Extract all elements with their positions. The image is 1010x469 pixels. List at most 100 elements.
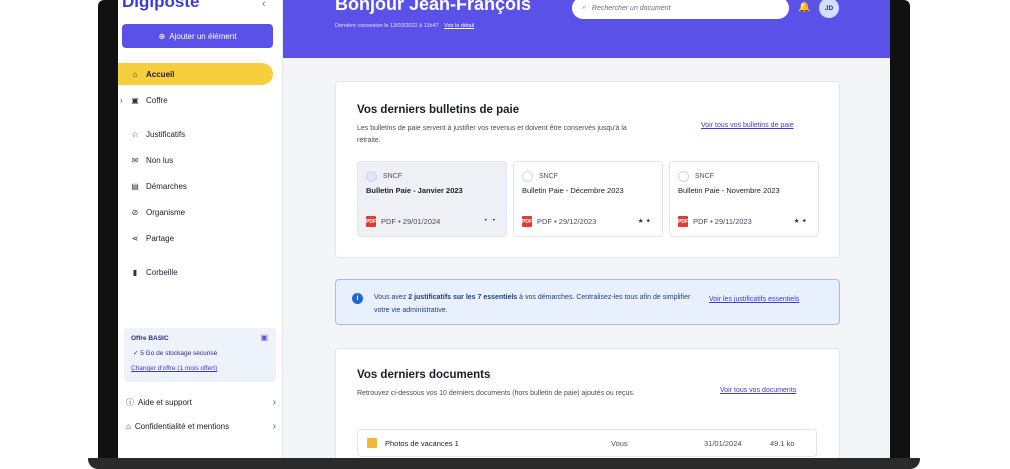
- payslip-card[interactable]: SNCF Bulletin Paie - Janvier 2023 PDF PD…: [357, 161, 507, 237]
- payslip-meta-text: PDF • 29/12/2023: [537, 217, 597, 226]
- sidebar-item-justificatifs[interactable]: ☆ Justificatifs: [118, 123, 273, 145]
- app-screen: Digiposte ‹ ⊕ Ajouter un élément ⌂ Accue…: [118, 0, 890, 458]
- document-owner: Vous: [611, 438, 628, 448]
- table-row[interactable]: Photos de vacances 1 Vous 31/01/2024 49.…: [357, 429, 817, 457]
- sidebar-item-label: Organisme: [146, 207, 186, 217]
- sidebar-item-coffre[interactable]: › ▣ Coffre: [118, 89, 273, 111]
- sidebar-item-partage[interactable]: ⋖ Partage: [118, 227, 273, 249]
- chevron-right-icon: ›: [272, 397, 276, 408]
- company-logo-icon: [522, 171, 533, 182]
- payslip-actions-icon[interactable]: ★✦: [638, 217, 653, 225]
- offer-title: Offre BASIC: [131, 335, 169, 342]
- sidebar-item-non-lus[interactable]: ✉ Non lus: [118, 149, 273, 171]
- info-banner: i Vous avez 2 justificatifs sur les 7 es…: [335, 279, 840, 325]
- sidebar-item-label: Accueil: [146, 69, 175, 79]
- document-date: 31/01/2024: [704, 438, 742, 448]
- info-icon: i: [352, 293, 363, 304]
- info-banner-text: Vous avez 2 justificatifs sur les 7 esse…: [374, 291, 694, 317]
- payslip-title: Bulletin Paie - Décembre 2023: [522, 186, 624, 195]
- sidebar: Digiposte ‹ ⊕ Ajouter un élément ⌂ Accue…: [118, 0, 283, 458]
- mail-icon: ✉: [131, 155, 139, 165]
- last-login-text: Dernière connexion le 13/03/2022 à 11h47: [335, 23, 439, 29]
- payslip-actions-icon[interactable]: • •: [485, 217, 497, 224]
- document-icon: ▤: [131, 181, 139, 191]
- sidebar-item-label: Partage: [146, 233, 175, 243]
- banner-text-bold: 2 justificatifs sur les 7 essentiels: [408, 294, 518, 301]
- document-name: Photos de vacances 1: [385, 438, 459, 448]
- banner-text-prefix: Vous avez: [374, 294, 409, 301]
- payslips-card: Vos derniers bulletins de paie Les bulle…: [335, 81, 840, 258]
- help-support-label: Aide et support: [138, 398, 192, 407]
- change-offer-link[interactable]: Changer d'offre (1 mois offert): [131, 365, 217, 372]
- vault-icon: ▣: [131, 95, 139, 105]
- all-documents-link[interactable]: Voir tous vos documents: [720, 387, 796, 394]
- laptop-base: [88, 458, 920, 469]
- documents-title: Vos derniers documents: [357, 369, 491, 381]
- payslip-meta: PDF PDF • 29/12/2023: [522, 216, 596, 227]
- documents-card: Vos derniers documents Retrouvez ci-dess…: [335, 348, 840, 458]
- company-name: SNCF: [539, 173, 559, 180]
- search-input[interactable]: ⌕ Rechercher un document: [572, 0, 789, 19]
- document-size: 49.1 ko: [770, 438, 795, 448]
- chevron-right-icon[interactable]: ›: [120, 96, 123, 105]
- add-item-label: Ajouter un élément: [169, 31, 237, 41]
- offer-storage-text: 5 Go de stockage sécurisé: [140, 350, 218, 357]
- help-support-item[interactable]: ⓘ Aide et support ›: [126, 397, 276, 408]
- sidebar-item-label: Non lus: [146, 155, 174, 165]
- payslip-title: Bulletin Paie - Novembre 2023: [678, 186, 780, 195]
- share-icon: ⋖: [131, 233, 139, 243]
- pdf-icon: PDF: [678, 216, 688, 227]
- home-icon: ⌂: [132, 69, 138, 79]
- sidebar-item-corbeille[interactable]: ▮ Corbeille: [118, 261, 273, 283]
- help-icon: ⓘ: [126, 398, 134, 407]
- company-logo-icon: [366, 171, 377, 182]
- all-payslips-link[interactable]: Voir tous vos bulletins de paie: [701, 122, 794, 129]
- payslip-company: SNCF: [678, 171, 714, 182]
- top-header: Bonjour Jean-François Dernière connexion…: [283, 0, 890, 58]
- sidebar-item-accueil[interactable]: ⌂ Accueil: [118, 63, 273, 85]
- last-login-detail-link[interactable]: Voir le détail: [444, 23, 474, 29]
- essential-docs-link[interactable]: Voir les justificatifs essentiels: [709, 296, 799, 303]
- last-login: Dernière connexion le 13/03/2022 à 11h47…: [335, 23, 474, 29]
- avatar[interactable]: JD: [819, 0, 839, 18]
- sidebar-item-label: Démarches: [146, 181, 187, 191]
- payslip-meta: PDF PDF • 29/01/2024: [366, 216, 440, 227]
- company-name: SNCF: [383, 173, 403, 180]
- payslips-title: Vos derniers bulletins de paie: [357, 104, 520, 116]
- privacy-icon: ⌂: [126, 422, 131, 431]
- payslip-meta-text: PDF • 29/11/2023: [693, 217, 752, 226]
- collapse-sidebar-icon[interactable]: ‹: [262, 0, 266, 10]
- image-file-icon: [367, 438, 377, 448]
- greeting-title: Bonjour Jean-François: [335, 0, 532, 14]
- bell-icon[interactable]: 🔔: [798, 2, 810, 13]
- company-name: SNCF: [695, 173, 715, 180]
- payslip-card[interactable]: SNCF Bulletin Paie - Novembre 2023 PDF P…: [669, 161, 819, 237]
- sidebar-item-label: Justificatifs: [146, 129, 186, 139]
- sidebar-item-demarches[interactable]: ▤ Démarches: [118, 175, 273, 197]
- company-logo-icon: [678, 171, 689, 182]
- sidebar-item-label: Corbeille: [146, 267, 178, 277]
- privacy-item[interactable]: ⌂ Confidentialité et mentions ›: [126, 421, 276, 432]
- search-placeholder: Rechercher un document: [591, 4, 671, 12]
- payslip-company: SNCF: [522, 171, 558, 182]
- payslip-title: Bulletin Paie - Janvier 2023: [366, 186, 463, 195]
- star-icon: ☆: [131, 129, 139, 139]
- sidebar-item-organisme[interactable]: ⊘ Organisme: [118, 201, 273, 223]
- search-icon: ⌕: [582, 4, 586, 11]
- payslip-company: SNCF: [366, 171, 402, 182]
- privacy-label: Confidentialité et mentions: [134, 422, 230, 431]
- payslip-meta-text: PDF • 29/01/2024: [381, 217, 441, 226]
- pdf-icon: PDF: [366, 216, 376, 227]
- app-logo[interactable]: Digiposte: [122, 0, 199, 12]
- payslips-description: Les bulletins de paie servent à justifie…: [357, 125, 627, 144]
- payslip-card[interactable]: SNCF Bulletin Paie - Décembre 2023 PDF P…: [513, 161, 663, 237]
- compass-icon: ⊘: [131, 207, 139, 217]
- pdf-icon: PDF: [522, 216, 532, 227]
- documents-description: Retrouvez ci-dessous vos 10 derniers doc…: [357, 390, 635, 397]
- trash-icon: ▮: [132, 267, 138, 277]
- payslip-actions-icon[interactable]: ★✦: [794, 217, 809, 225]
- offer-storage: ✓ 5 Go de stockage sécurisé: [133, 349, 217, 357]
- add-item-button[interactable]: ⊕ Ajouter un élément: [122, 24, 273, 48]
- chevron-right-icon: ›: [272, 421, 276, 432]
- check-icon: ✓: [133, 350, 139, 357]
